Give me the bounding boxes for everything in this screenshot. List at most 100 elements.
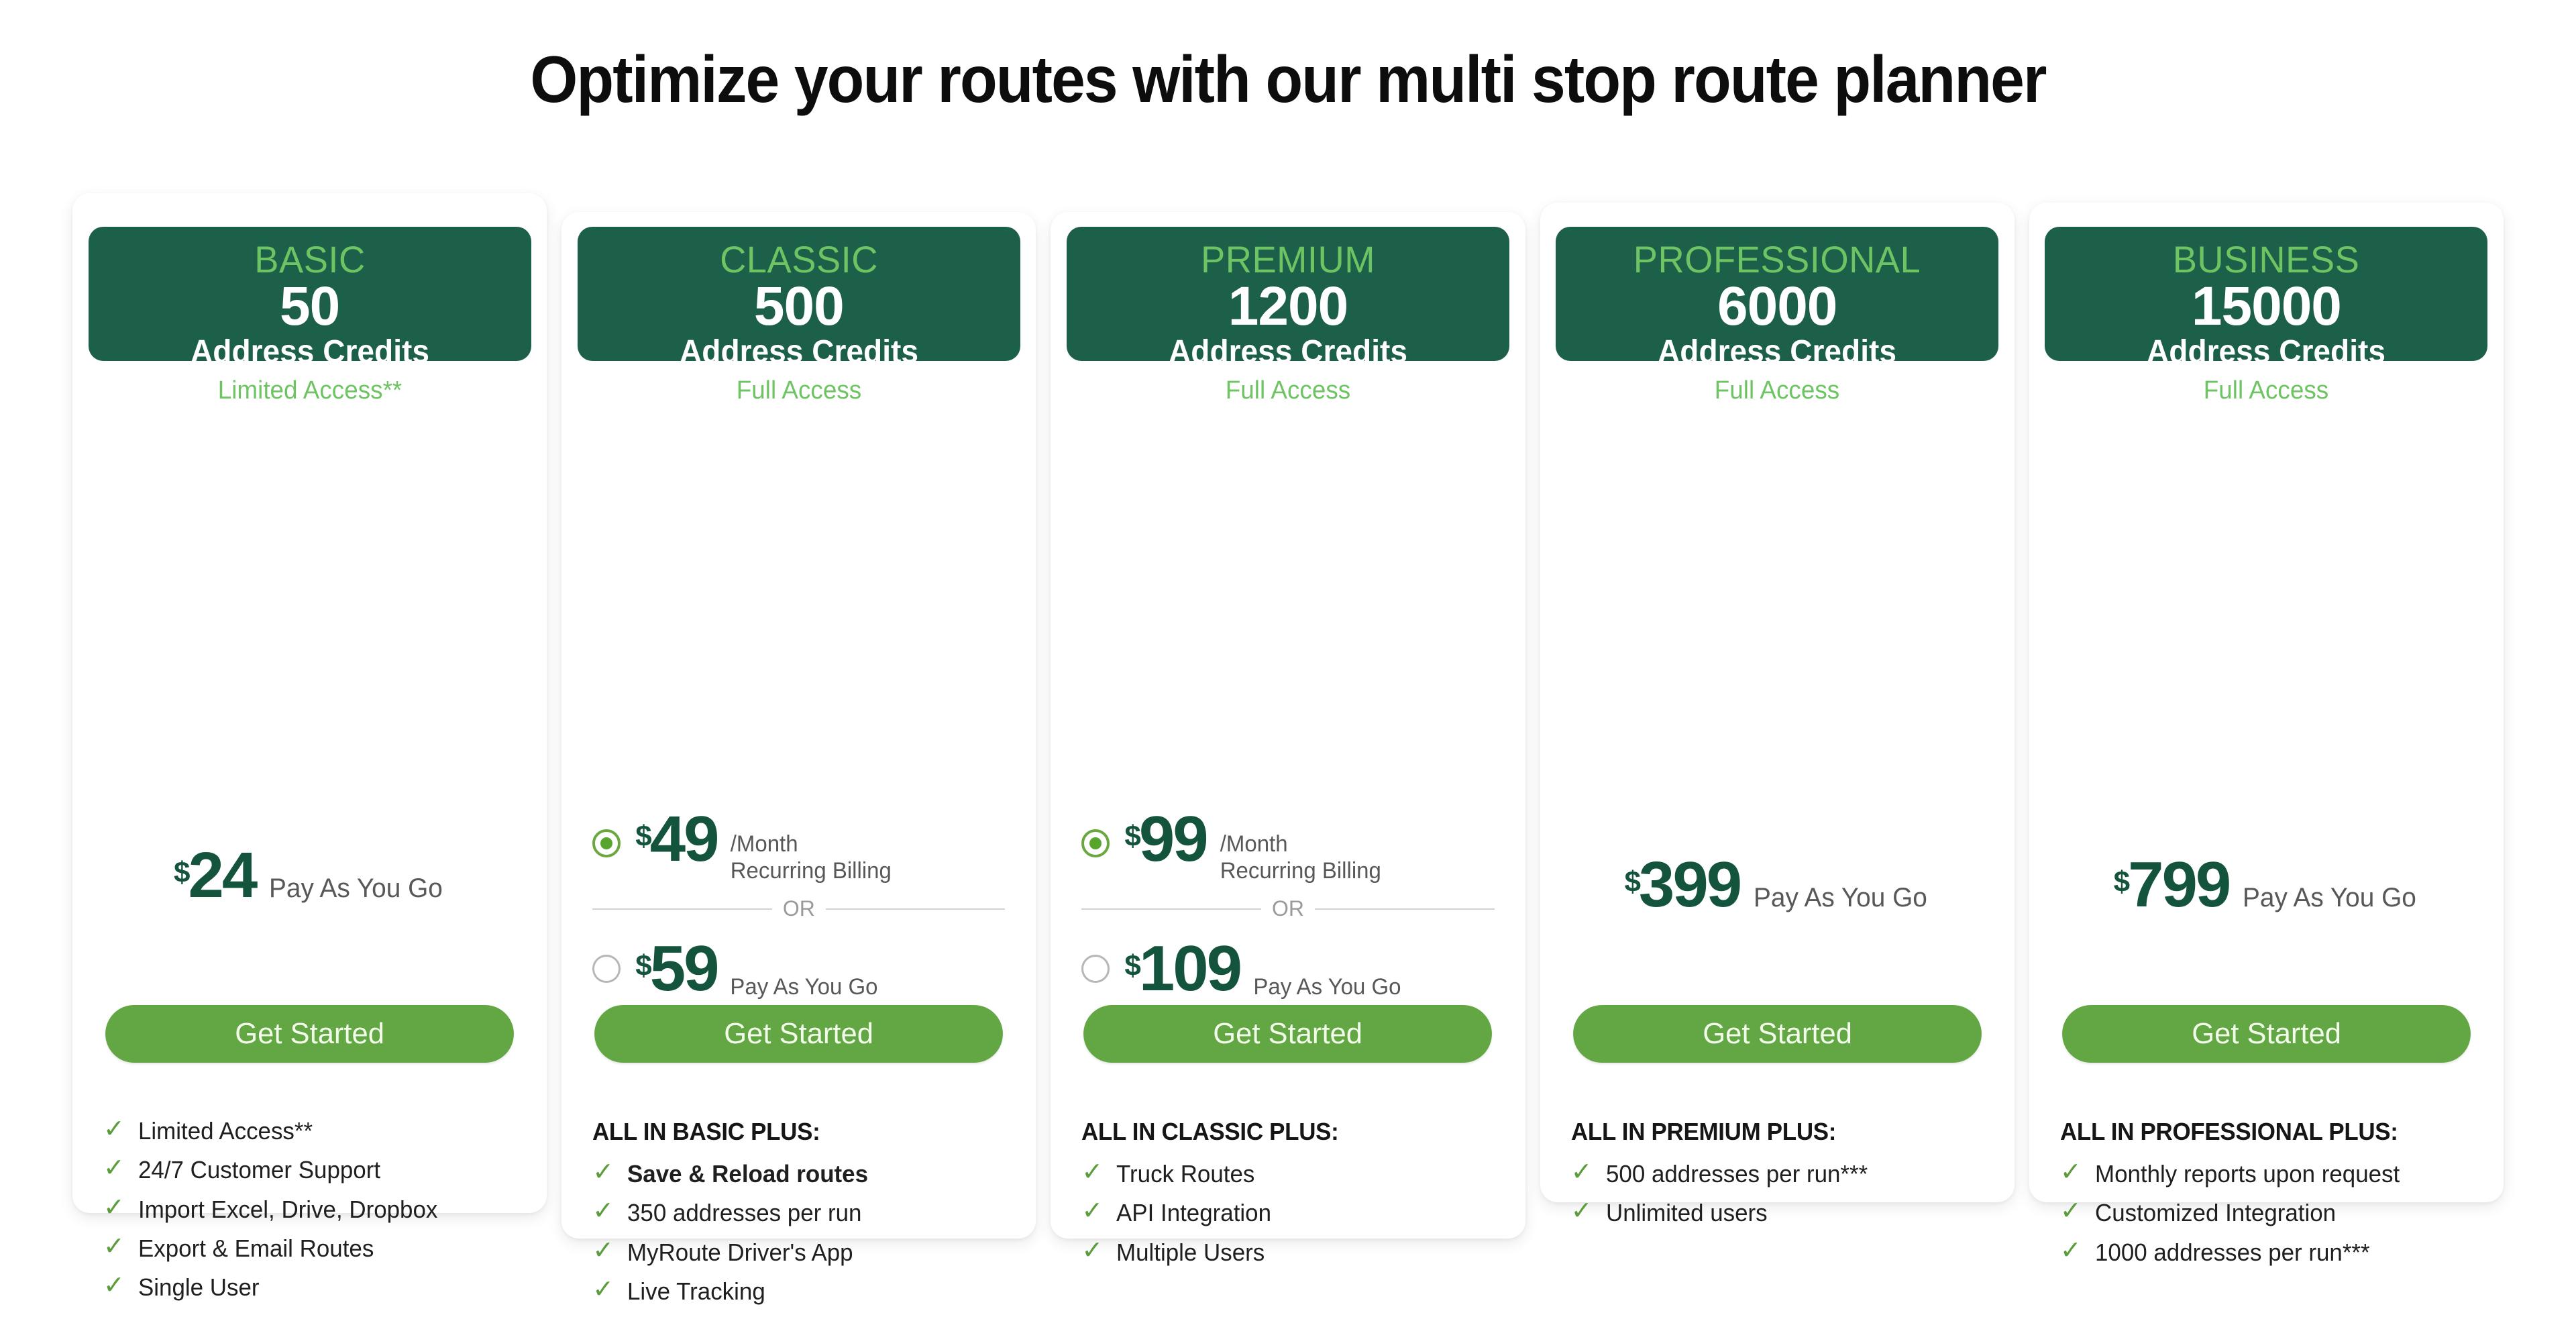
list-item: ✓ 500 addresses per run*** — [1570, 1158, 1992, 1188]
check-icon: ✓ — [103, 1115, 125, 1143]
price-label: Pay As You Go — [1754, 883, 1927, 912]
price-amount: 399 — [1638, 849, 1742, 920]
check-icon: ✓ — [592, 1236, 614, 1265]
radio-payg[interactable] — [592, 955, 621, 984]
plan-header: BUSINESS 15000 Address Credits Full Acce… — [2045, 227, 2488, 405]
feature-list: ✓ Limited Access** ✓ 24/7 Customer Suppo… — [103, 1115, 524, 1314]
plan-access-label: Limited Access** — [217, 376, 402, 405]
price-period: /Month — [1220, 831, 1288, 857]
get-started-button[interactable]: Get Started — [105, 1005, 515, 1063]
feature-label: Unlimited users — [1605, 1199, 1768, 1227]
currency-symbol: $ — [635, 949, 652, 982]
plan-name: BASIC — [254, 238, 366, 280]
price-block: $799 Pay As You Go — [2029, 848, 2504, 922]
plan-header: BASIC 50 Address Credits Limited Access*… — [88, 227, 531, 405]
feature-label: Save & Reload routes — [627, 1160, 869, 1188]
page-title: Optimize your routes with our multi stop… — [530, 42, 2047, 116]
price-amount: 24 — [188, 839, 258, 911]
check-icon: ✓ — [103, 1154, 125, 1183]
get-started-button[interactable]: Get Started — [1572, 1005, 1982, 1063]
list-item: ✓ Single User — [103, 1273, 524, 1301]
list-item: ✓ 1000 addresses per run*** — [2059, 1236, 2481, 1266]
list-item: ✓ API Integration — [1081, 1198, 1502, 1227]
currency-symbol: $ — [635, 819, 652, 853]
list-item: ✓ Export & Email Routes — [103, 1232, 524, 1262]
plan-access-label: Full Access — [736, 376, 861, 405]
price-billing-note: Recurring Billing — [1220, 857, 1381, 884]
pricing-card-list: BASIC 50 Address Credits Limited Access*… — [72, 193, 2504, 1305]
feature-label: Limited Access** — [138, 1117, 313, 1145]
check-icon: ✓ — [592, 1158, 614, 1186]
list-item: ✓ Truck Routes — [1081, 1158, 1502, 1188]
billing-option-payg[interactable]: $59 Pay As You Go — [592, 932, 1005, 1006]
radio-recurring[interactable] — [1081, 829, 1110, 858]
feature-list-heading: ALL IN CLASSIC PLUS: — [1081, 1118, 1339, 1145]
price-block: $99/Month Recurring Billing — [1124, 802, 1383, 884]
or-label: OR — [1272, 896, 1305, 921]
plan-credits-label: Address Credits — [190, 333, 429, 370]
price-block: $59 Pay As You Go — [635, 932, 880, 1006]
pricing-page: Optimize your routes with our multi stop… — [0, 0, 2576, 1305]
price-block: $24 Pay As You Go — [72, 839, 547, 912]
get-started-button[interactable]: Get Started — [594, 1005, 1004, 1063]
radio-payg[interactable] — [1081, 955, 1110, 984]
price-label: Pay As You Go — [269, 874, 443, 903]
billing-options: $99/Month Recurring Billing OR $109 Pay As… — [1081, 802, 1494, 1006]
list-item: ✓ Unlimited users — [1570, 1197, 1992, 1227]
check-icon: ✓ — [2059, 1236, 2082, 1265]
radio-recurring[interactable] — [592, 829, 621, 858]
check-icon: ✓ — [1081, 1158, 1104, 1186]
check-icon: ✓ — [1570, 1197, 1593, 1226]
plan-access-label: Full Access — [2204, 376, 2329, 405]
plan-credits-value: 50 — [279, 276, 340, 337]
billing-option-payg[interactable]: $109 Pay As You Go — [1081, 932, 1494, 1006]
currency-symbol: $ — [1624, 865, 1641, 898]
pricing-card-business[interactable]: BUSINESS 15000 Address Credits Full Acce… — [2029, 203, 2504, 1265]
pricing-card-professional[interactable]: PROFESSIONAL 6000 Address Credits Full A… — [1540, 203, 2015, 1226]
check-icon: ✓ — [592, 1197, 614, 1226]
price-amount: 59 — [649, 933, 720, 1005]
list-item: ✓ Limited Access** — [103, 1115, 524, 1145]
feature-list-heading: ALL IN PREMIUM PLUS: — [1570, 1118, 1836, 1145]
feature-label: MyRoute Driver's App — [627, 1238, 853, 1266]
pricing-card-basic[interactable]: BASIC 50 Address Credits Limited Access*… — [72, 193, 547, 1301]
feature-label: Truck Routes — [1116, 1160, 1255, 1188]
price-block: $49/Month Recurring Billing — [635, 802, 894, 884]
plan-credits-value: 15000 — [2191, 276, 2342, 337]
plan-credits-value: 500 — [753, 276, 845, 337]
list-item: ✓ Import Excel, Drive, Dropbox — [103, 1193, 524, 1223]
feature-label: 24/7 Customer Support — [138, 1156, 381, 1184]
currency-symbol: $ — [1124, 819, 1141, 853]
feature-label: Monthly reports upon request — [2094, 1160, 2400, 1188]
feature-label: Import Excel, Drive, Dropbox — [138, 1195, 438, 1223]
price-amount: 99 — [1138, 803, 1209, 875]
feature-label: Live Tracking — [627, 1277, 765, 1305]
pricing-card-classic[interactable]: CLASSIC 500 Address Credits Full Access … — [561, 212, 1036, 1305]
plan-header: PREMIUM 1200 Address Credits Full Access — [1067, 227, 1509, 405]
feature-list-heading: ALL IN BASIC PLUS: — [592, 1118, 820, 1145]
or-label: OR — [782, 896, 815, 921]
check-icon: ✓ — [1570, 1158, 1593, 1186]
currency-symbol: $ — [174, 855, 191, 889]
get-started-button[interactable]: Get Started — [1083, 1005, 1493, 1063]
list-item: ✓ 350 addresses per run — [592, 1197, 1013, 1226]
billing-option-recurring[interactable]: $99/Month Recurring Billing — [1081, 802, 1494, 884]
get-started-button[interactable]: Get Started — [2061, 1005, 2471, 1063]
plan-name: PREMIUM — [1201, 238, 1375, 280]
check-icon: ✓ — [103, 1232, 125, 1261]
price-period: /Month — [731, 831, 799, 857]
plan-access-label: Full Access — [1225, 376, 1351, 405]
list-item: ✓ 24/7 Customer Support — [103, 1154, 524, 1184]
pricing-card-premium[interactable]: PREMIUM 1200 Address Credits Full Access… — [1051, 212, 1525, 1265]
feature-list: ALL IN CLASSIC PLUS: ✓ Truck Routes ✓ AP… — [1081, 1118, 1502, 1278]
billing-option-recurring[interactable]: $49/Month Recurring Billing — [592, 802, 1005, 884]
feature-label: 1000 addresses per run*** — [2094, 1238, 2370, 1266]
feature-label: 500 addresses per run*** — [1605, 1160, 1868, 1188]
list-item: ✓ Live Tracking — [592, 1277, 1013, 1305]
check-icon: ✓ — [2059, 1197, 2082, 1226]
feature-list: ALL IN BASIC PLUS: ✓ Save & Reload route… — [592, 1118, 1013, 1317]
check-icon: ✓ — [103, 1193, 125, 1222]
plan-credits-label: Address Credits — [679, 333, 918, 370]
feature-label: API Integration — [1116, 1199, 1272, 1227]
list-item: ✓ Multiple Users — [1081, 1238, 1502, 1266]
